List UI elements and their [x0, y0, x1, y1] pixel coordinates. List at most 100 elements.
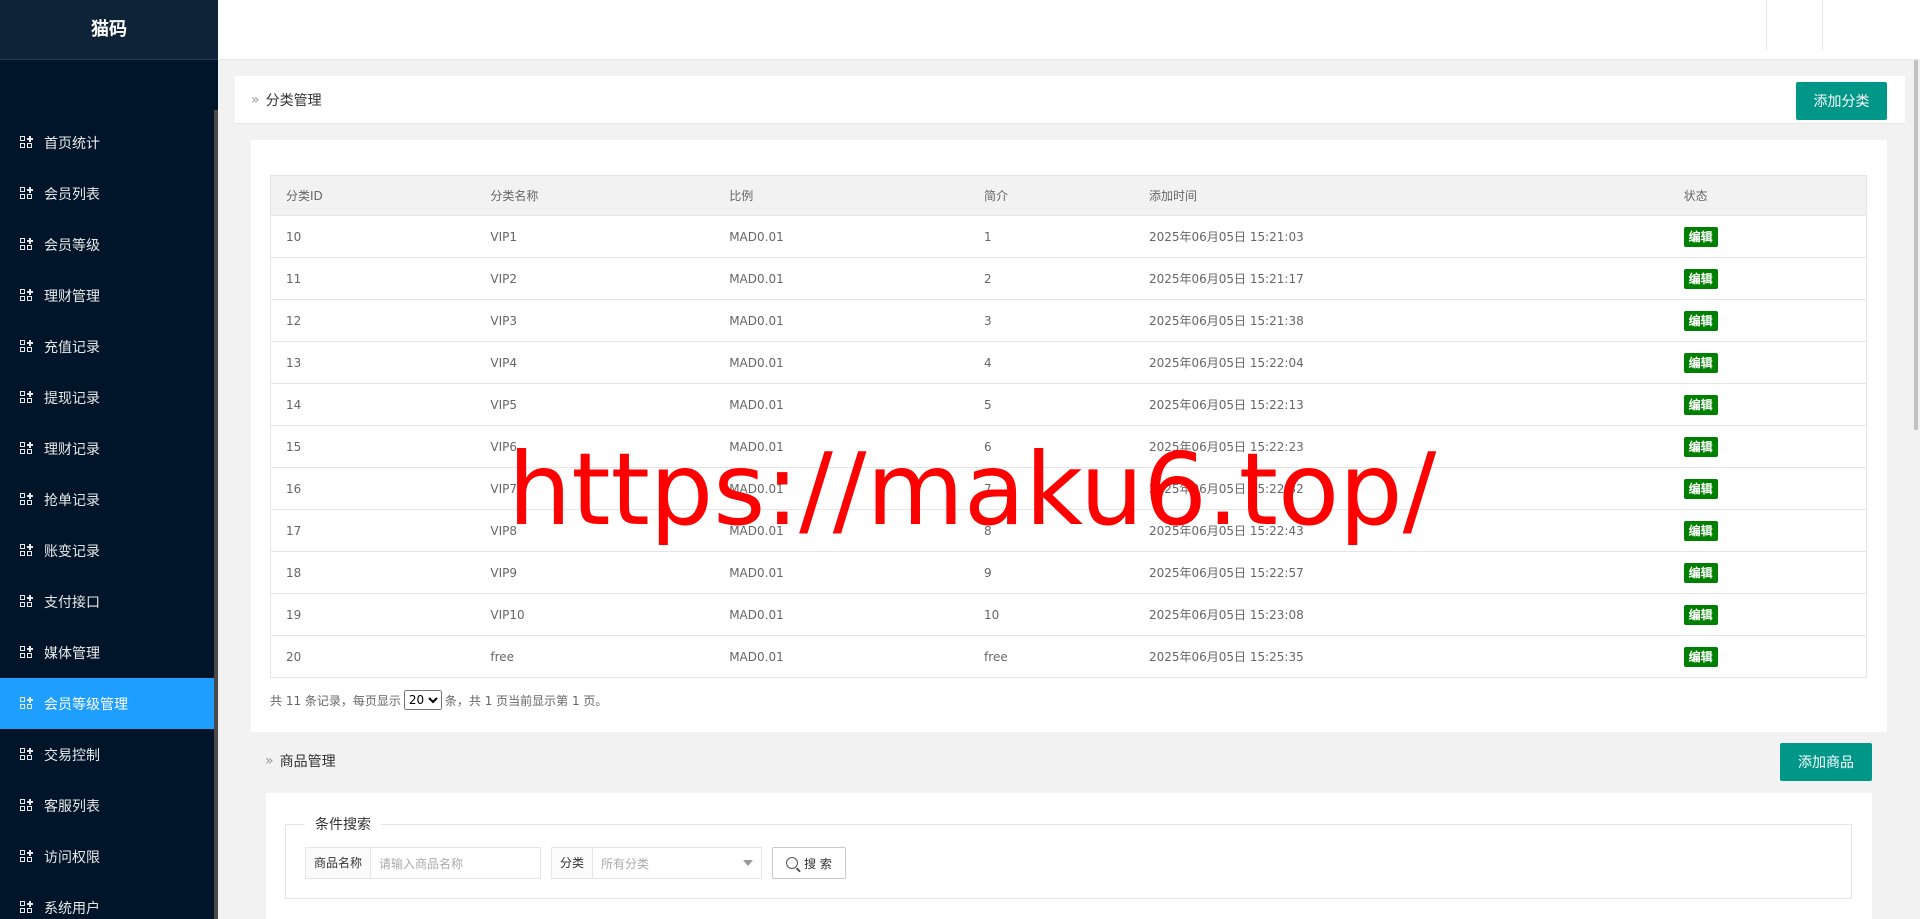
grid-plus-icon [20, 135, 34, 150]
sidebar-item-label: 访问权限 [44, 849, 100, 866]
sidebar-item[interactable]: 提现记录 [0, 372, 218, 423]
column-header: 分类ID [270, 175, 476, 216]
category-filter-select[interactable]: 所有分类 [593, 855, 743, 872]
sidebar-scrollbar[interactable] [214, 110, 218, 919]
cell-id: 20 [270, 635, 476, 678]
cell-time: 2025年06月05日 15:22:57 [1133, 551, 1669, 594]
cell-status: 编辑 [1668, 341, 1867, 384]
sidebar-item[interactable]: 系统用户 [0, 882, 218, 919]
table-row: 19 VIP10 MAD0.01 10 2025年06月05日 15:23:08 编辑 [270, 593, 1867, 636]
cell-status: 编辑 [1668, 593, 1867, 636]
cell-intro: 10 [969, 593, 1134, 636]
sidebar-item-label: 系统用户 [44, 900, 100, 917]
sidebar-item-label: 首页统计 [44, 135, 100, 152]
table-header-row: 分类ID 分类名称 比例 简介 添加时间 状态 [270, 175, 1867, 216]
edit-button[interactable]: 编辑 [1683, 352, 1718, 373]
sidebar-item-label: 媒体管理 [44, 645, 100, 662]
grid-plus-icon [20, 645, 34, 660]
cell-name: VIP9 [475, 551, 715, 594]
edit-button[interactable]: 编辑 [1683, 604, 1718, 625]
cell-status: 编辑 [1668, 383, 1867, 426]
edit-button[interactable]: 编辑 [1683, 226, 1718, 247]
grid-plus-icon [20, 339, 34, 354]
cell-id: 19 [270, 593, 476, 636]
cell-intro: 2 [969, 257, 1134, 300]
sidebar-item[interactable]: 客服列表 [0, 780, 218, 831]
grid-plus-icon [20, 390, 34, 405]
grid-plus-icon [20, 543, 34, 558]
grid-plus-icon [20, 900, 34, 915]
column-header: 添加时间 [1133, 175, 1669, 216]
cell-ratio: MAD0.01 [714, 635, 970, 678]
table-row: 20 free MAD0.01 free 2025年06月05日 15:25:35 编辑 [270, 635, 1867, 678]
cell-status: 编辑 [1668, 467, 1867, 510]
cell-intro: 4 [969, 341, 1134, 384]
sidebar-item[interactable]: 交易控制 [0, 729, 218, 780]
section-title: 商品管理 [279, 754, 336, 770]
category-panel-header: » 分类管理 [235, 76, 1905, 124]
chevron-down-icon[interactable] [743, 860, 753, 866]
category-table: 分类ID 分类名称 比例 简介 添加时间 状态 10 VIP1 MAD0.01 1 2025年06… [270, 175, 1867, 678]
product-panel-header: » 商品管理 [251, 740, 1887, 782]
cell-id: 18 [270, 551, 476, 594]
edit-button[interactable]: 编辑 [1683, 268, 1718, 289]
cell-time: 2025年06月05日 15:25:35 [1133, 635, 1669, 678]
edit-button[interactable]: 编辑 [1683, 520, 1718, 541]
page-scrollbar-thumb[interactable] [1914, 60, 1918, 430]
edit-button[interactable]: 编辑 [1683, 478, 1718, 499]
product-name-field: 商品名称 请输入商品名称 [305, 847, 541, 879]
sidebar-item[interactable]: 访问权限 [0, 831, 218, 882]
sidebar-item-label: 支付接口 [44, 594, 100, 611]
grid-plus-icon [20, 594, 34, 609]
cell-intro: 5 [969, 383, 1134, 426]
sidebar-item[interactable]: 账变记录 [0, 525, 218, 576]
sidebar-nav: 首页统计会员列表会员等级 理财管理 充值记录 提现记录 理财记录抢单记录账变记录支付接口… [0, 117, 218, 919]
add-category-button[interactable]: 添加分类 [1796, 82, 1887, 120]
edit-button[interactable]: 编辑 [1683, 310, 1718, 331]
category-filter-label: 分类 [552, 848, 594, 878]
sidebar-item[interactable]: 支付接口 [0, 576, 218, 627]
add-product-button[interactable]: 添加商品 [1780, 743, 1872, 781]
grid-plus-icon [20, 492, 34, 507]
cell-id: 12 [270, 299, 476, 342]
cell-intro: 9 [969, 551, 1134, 594]
search-button-label: 搜 索 [804, 856, 832, 871]
table-row: 14 VIP5 MAD0.01 5 2025年06月05日 15:22:13 编辑 [270, 383, 1867, 426]
sidebar-item[interactable]: 会员列表 [0, 168, 218, 219]
sidebar-item-label: 会员列表 [44, 186, 100, 203]
cell-name: VIP3 [475, 299, 715, 342]
cell-id: 11 [270, 257, 476, 300]
cell-ratio: MAD0.01 [714, 593, 970, 636]
top-header [218, 0, 1920, 60]
sidebar-item[interactable]: 抢单记录 [0, 474, 218, 525]
edit-button[interactable]: 编辑 [1683, 562, 1718, 583]
edit-button[interactable]: 编辑 [1683, 394, 1718, 415]
cell-status: 编辑 [1668, 299, 1867, 342]
cell-name: VIP4 [475, 341, 715, 384]
cell-status: 编辑 [1668, 635, 1867, 678]
cell-status: 编辑 [1668, 257, 1867, 300]
search-legend: 条件搜索 [305, 815, 381, 835]
edit-button[interactable]: 编辑 [1683, 436, 1718, 457]
sidebar-item[interactable]: 首页统计 [0, 117, 218, 168]
cell-ratio: MAD0.01 [714, 341, 970, 384]
grid-plus-icon [20, 288, 34, 303]
double-chevron-right-icon: » [251, 91, 260, 108]
search-button[interactable]: 搜 索 [772, 847, 846, 879]
sidebar-item-label: 抢单记录 [44, 492, 100, 509]
pagination: 共 11 条记录，每页显示 20 条，共 1 页当前显示第 1 页。 [270, 690, 607, 710]
sidebar-item[interactable]: 会员等级 [0, 219, 218, 270]
sidebar-item[interactable]: 充值记录 [0, 321, 218, 372]
product-name-input[interactable]: 请输入商品名称 [371, 855, 540, 872]
sidebar-item[interactable]: 会员等级管理 [0, 678, 218, 729]
grid-plus-icon [20, 696, 34, 711]
sidebar-item[interactable]: 理财管理 [0, 270, 218, 321]
edit-button[interactable]: 编辑 [1683, 646, 1718, 667]
sidebar-item[interactable]: 理财记录 [0, 423, 218, 474]
cell-id: 13 [270, 341, 476, 384]
sidebar-item[interactable]: 媒体管理 [0, 627, 218, 678]
page-size-select[interactable]: 20 [403, 690, 442, 710]
double-chevron-right-icon: » [265, 753, 274, 769]
page-title: 分类管理 [265, 92, 322, 109]
grid-plus-icon [20, 798, 34, 813]
